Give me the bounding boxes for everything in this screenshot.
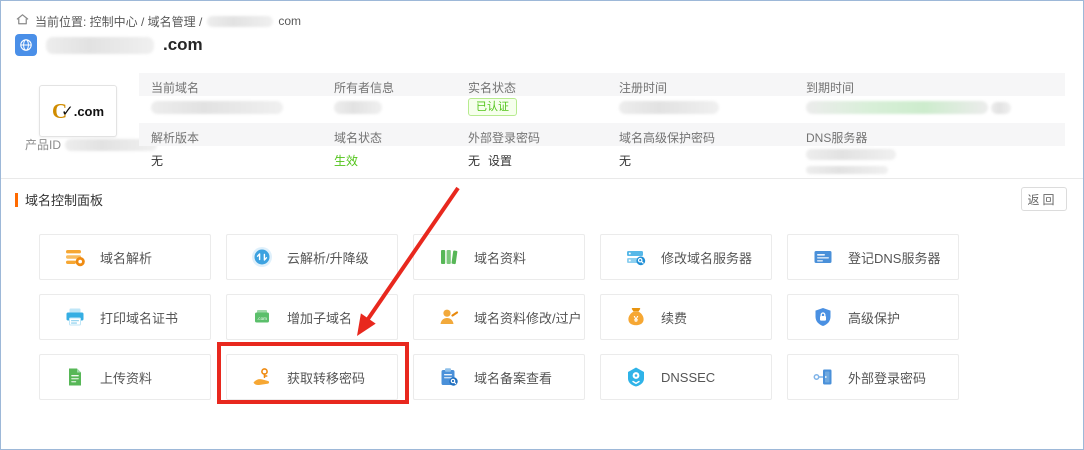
- owner-info-value: [334, 101, 382, 117]
- domain-info-icon: [438, 246, 460, 268]
- panel-button-label: 高级保护: [848, 308, 900, 327]
- logo-com-text: .com: [74, 104, 104, 119]
- domain-header: .com: [15, 34, 203, 56]
- panel-button-label: 登记DNS服务器: [848, 248, 940, 267]
- col-header-external-login-password: 外部登录密码: [468, 129, 540, 146]
- upload-documents-icon: [64, 366, 86, 388]
- panel-button-cloud-resolve[interactable]: 云解析/升降级: [226, 234, 398, 280]
- panel-button-label: 增加子域名: [287, 308, 352, 327]
- icp-record-view-icon: [438, 366, 460, 388]
- col-header-protect-password: 域名高级保护密码: [619, 129, 715, 146]
- domain-status-value: 生效: [334, 152, 358, 169]
- external-login-password-icon: [812, 366, 834, 388]
- domain-control-panel-page: 当前位置: 控制中心 / 域名管理 / com .com C ✓ .com 产品…: [0, 0, 1084, 450]
- external-login-password-value: 无设置: [468, 152, 512, 169]
- panel-button-modify-transfer[interactable]: 域名资料修改/过户: [413, 294, 585, 340]
- table-header-band-2: [139, 123, 1065, 146]
- panel-button-domain-info[interactable]: 域名资料: [413, 234, 585, 280]
- panel-button-label: 云解析/升降级: [287, 248, 369, 267]
- panel-button-external-login-password[interactable]: 外部登录密码: [787, 354, 959, 400]
- col-header-owner-info: 所有者信息: [334, 79, 394, 96]
- table-header-band-1: [139, 73, 1065, 96]
- panel-button-modify-dns-server[interactable]: 修改域名服务器: [600, 234, 772, 280]
- resolve-version-value: 无: [151, 152, 163, 169]
- domain-globe-icon: [15, 34, 37, 56]
- protect-password-value: 无: [619, 152, 631, 169]
- col-header-domain-status: 域名状态: [334, 129, 382, 146]
- panel-button-upload-documents[interactable]: 上传资料: [39, 354, 211, 400]
- panel-button-label: 域名解析: [100, 248, 152, 267]
- panel-button-label: 修改域名服务器: [661, 248, 752, 267]
- panel-button-label: 域名资料修改/过户: [474, 308, 582, 327]
- col-header-current-domain: 当前域名: [151, 79, 199, 96]
- product-id-line: 产品ID: [25, 136, 157, 153]
- panel-title: 域名控制面板: [25, 190, 103, 209]
- registry-logo: C ✓ .com: [39, 85, 117, 137]
- get-transfer-password-icon: [251, 366, 273, 388]
- dnssec-icon: [625, 366, 647, 388]
- expire-time-value: [806, 101, 1011, 117]
- modify-transfer-icon: [438, 306, 460, 328]
- panel-button-label: 域名资料: [474, 248, 526, 267]
- panel-button-label: 打印域名证书: [100, 308, 178, 327]
- panel-button-icp-record-view[interactable]: 域名备案查看: [413, 354, 585, 400]
- panel-button-register-dns-server[interactable]: 登记DNS服务器: [787, 234, 959, 280]
- back-button[interactable]: 返回: [1021, 187, 1067, 211]
- col-header-realname-status: 实名状态: [468, 79, 516, 96]
- section-divider: [1, 178, 1084, 179]
- svg-text:.com: .com: [257, 316, 267, 321]
- panel-title-row: 域名控制面板: [15, 190, 103, 209]
- redacted-breadcrumb-domain: [207, 16, 273, 27]
- panel-button-advanced-protection[interactable]: 高级保护: [787, 294, 959, 340]
- panel-button-label: 域名备案查看: [474, 368, 552, 387]
- panel-button-label: DNSSEC: [661, 370, 715, 385]
- breadcrumb-text[interactable]: 当前位置: 控制中心 / 域名管理 /: [35, 13, 202, 30]
- current-domain-value: [151, 101, 283, 117]
- panel-button-dns-resolve[interactable]: 域名解析: [39, 234, 211, 280]
- breadcrumb: 当前位置: 控制中心 / 域名管理 / com: [15, 12, 301, 30]
- dns-server-value: [806, 149, 896, 177]
- home-icon: [15, 12, 30, 30]
- col-header-expire-time: 到期时间: [806, 79, 854, 96]
- panel-button-grid: 域名解析 云解析/升降级 域名资料 修改域名服务器 登记DNS服务器 打印域名证…: [39, 234, 959, 400]
- dns-resolve-icon: [64, 246, 86, 268]
- cloud-resolve-icon: [251, 246, 273, 268]
- product-id-label: 产品ID: [25, 136, 61, 153]
- add-subdomain-icon: .com: [251, 306, 273, 328]
- svg-text:¥: ¥: [634, 314, 639, 324]
- print-certificate-icon: [64, 306, 86, 328]
- realname-status-badge: 已认证: [468, 98, 517, 116]
- panel-button-label: 获取转移密码: [287, 368, 365, 387]
- renew-icon: ¥: [625, 306, 647, 328]
- col-header-resolve-version: 解析版本: [151, 129, 199, 146]
- panel-button-label: 外部登录密码: [848, 368, 926, 387]
- breadcrumb-domain-suffix: com: [278, 14, 301, 28]
- redacted-domain-name: [46, 37, 154, 54]
- panel-button-renew[interactable]: ¥ 续费: [600, 294, 772, 340]
- advanced-protection-icon: [812, 306, 834, 328]
- set-password-link[interactable]: 设置: [488, 154, 512, 168]
- register-time-value: [619, 101, 719, 117]
- col-header-register-time: 注册时间: [619, 79, 667, 96]
- domain-name-suffix: .com: [163, 35, 203, 55]
- panel-button-get-transfer-password[interactable]: 获取转移密码: [226, 354, 398, 400]
- title-accent-bar: [15, 193, 18, 207]
- modify-dns-server-icon: [625, 246, 647, 268]
- register-dns-server-icon: [812, 246, 834, 268]
- panel-button-label: 续费: [661, 308, 687, 327]
- panel-button-label: 上传资料: [100, 368, 152, 387]
- panel-button-add-subdomain[interactable]: .com 增加子域名: [226, 294, 398, 340]
- logo-check-glyph: ✓: [61, 102, 74, 120]
- panel-button-print-certificate[interactable]: 打印域名证书: [39, 294, 211, 340]
- panel-button-dnssec[interactable]: DNSSEC: [600, 354, 772, 400]
- col-header-dns-server: DNS服务器: [806, 129, 867, 146]
